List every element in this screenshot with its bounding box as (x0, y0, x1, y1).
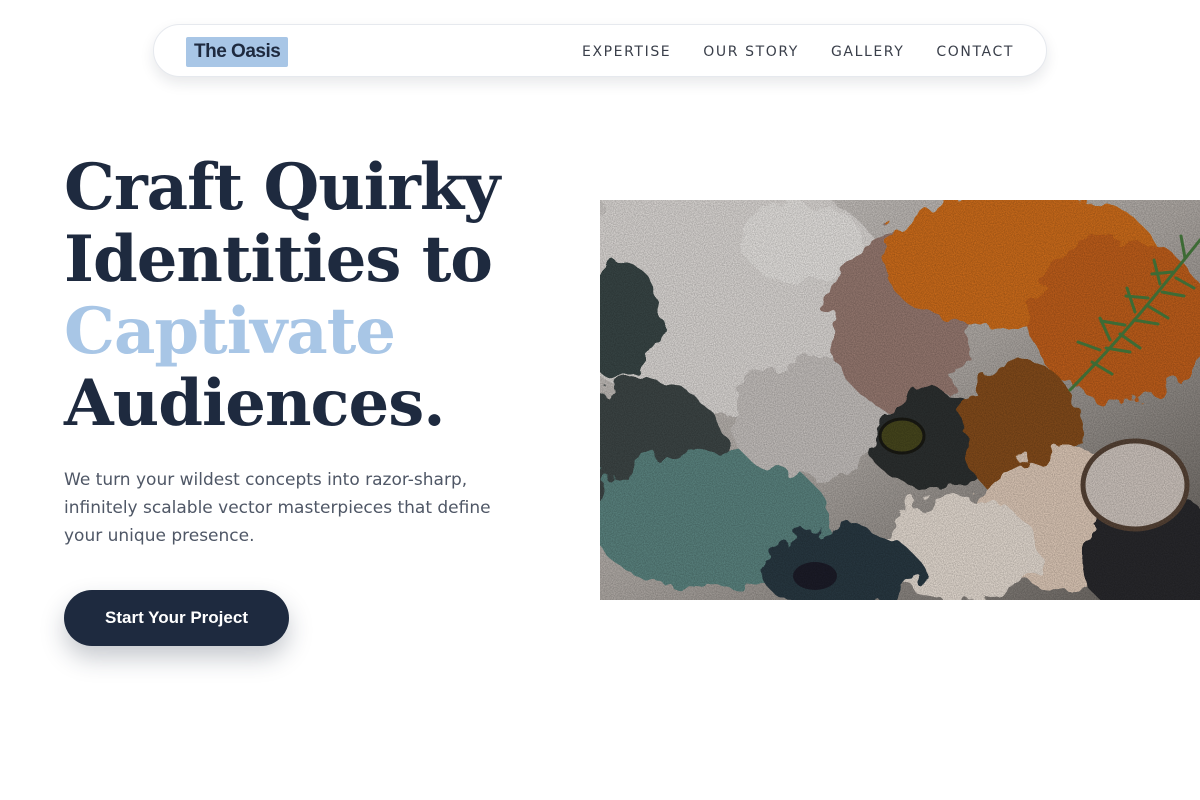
brand-logo[interactable]: The Oasis (186, 37, 289, 67)
nav-link-our-story[interactable]: OUR STORY (703, 44, 799, 60)
nav-links: EXPERTISE OUR STORY GALLERY CONTACT (582, 25, 1014, 78)
paint-palette-illustration (600, 200, 1200, 600)
nav-link-gallery[interactable]: GALLERY (831, 44, 904, 60)
nav-link-contact[interactable]: CONTACT (936, 44, 1014, 60)
headline-line-2: Identities to (64, 222, 493, 297)
hero-paint-palette-image (600, 200, 1200, 600)
top-navigation: The Oasis EXPERTISE OUR STORY GALLERY CO… (153, 24, 1047, 77)
headline-line-1: Craft Quirky (64, 150, 500, 225)
start-project-button[interactable]: Start Your Project (64, 590, 289, 646)
headline-accent-word: Captivate (64, 294, 396, 369)
nav-link-expertise[interactable]: EXPERTISE (582, 44, 671, 60)
hero-headline: Craft Quirky Identities to Captivate Aud… (64, 152, 584, 440)
headline-line-4: Audiences. (64, 366, 446, 441)
hero-subtitle: We turn your wildest concepts into razor… (64, 470, 491, 546)
